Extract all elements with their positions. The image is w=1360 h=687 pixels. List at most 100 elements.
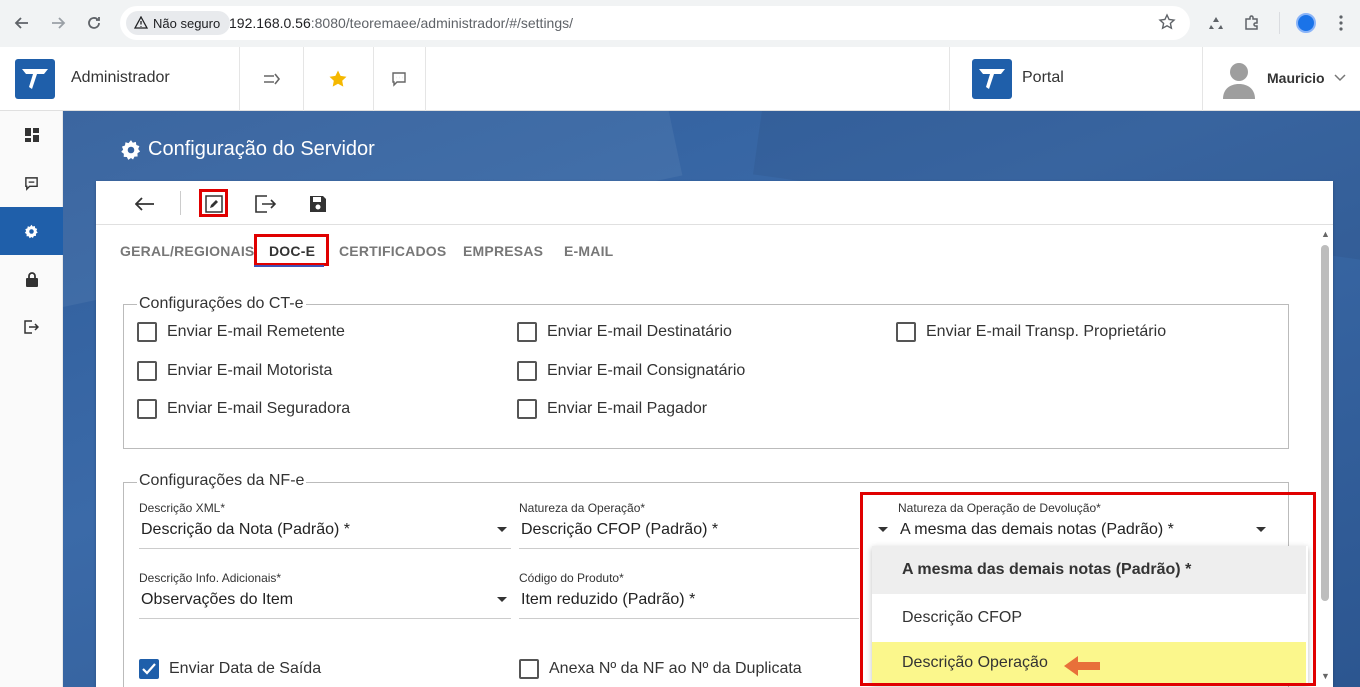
app-logo-icon[interactable] <box>15 59 55 99</box>
chevron-down-icon[interactable] <box>1334 71 1346 85</box>
checkbox-label: Enviar E-mail Destinatário <box>547 323 732 340</box>
checkbox-box[interactable] <box>517 361 537 381</box>
checkbox-box[interactable] <box>517 399 537 419</box>
scroll-down-arrow[interactable]: ▼ <box>1321 671 1330 681</box>
header-divider <box>373 47 374 111</box>
security-label: Não seguro <box>153 15 221 31</box>
select-descricao-xml[interactable]: Descrição XML* Descrição da Nota (Padrão… <box>139 501 511 549</box>
checkbox-email-destinatario[interactable]: Enviar E-mail Destinatário <box>517 322 732 342</box>
scrollbar-thumb[interactable] <box>1321 245 1329 601</box>
select-codigo-produto[interactable]: Código do Produto* Item reduzido (Padrão… <box>519 571 859 619</box>
reload-icon[interactable] <box>82 11 106 35</box>
sidebar-item-security[interactable] <box>0 255 63 303</box>
checkbox-label: Enviar E-mail Motorista <box>167 362 333 379</box>
lock-icon <box>25 271 38 287</box>
back-arrow-icon[interactable] <box>10 11 34 35</box>
checkbox-label: Enviar E-mail Seguradora <box>167 400 351 417</box>
checkbox-box[interactable] <box>519 659 539 679</box>
app-header: Administrador Portal Mauricio <box>0 47 1360 111</box>
checkbox-box[interactable] <box>137 361 157 381</box>
toolbar-divider <box>180 191 181 215</box>
tab-email[interactable]: E-MAIL <box>564 243 613 259</box>
security-chip[interactable]: Não seguro <box>126 11 231 35</box>
checkbox-email-remetente[interactable]: Enviar E-mail Remetente <box>137 322 345 342</box>
field-label: Código do Produto* <box>519 571 624 585</box>
checkbox-box[interactable] <box>137 399 157 419</box>
checkbox-enviar-data-saida[interactable]: Enviar Data de Saída <box>139 659 321 679</box>
checkbox-box[interactable] <box>896 322 916 342</box>
field-underline <box>519 618 859 619</box>
chat-icon <box>25 176 38 191</box>
warning-icon <box>134 16 148 29</box>
annotation-arrow-icon <box>1062 654 1102 683</box>
extension-recycle-icon[interactable] <box>1205 12 1227 34</box>
checkbox-label: Enviar E-mail Consignatário <box>547 362 746 379</box>
checkbox-box[interactable] <box>517 322 537 342</box>
checkbox-anexa-nf-duplicata[interactable]: Anexa Nº da NF ao Nº da Duplicata <box>519 659 802 679</box>
header-divider <box>949 47 950 111</box>
browser-profile-avatar[interactable] <box>1296 13 1316 33</box>
header-divider <box>1202 47 1203 111</box>
checkbox-label: Enviar E-mail Pagador <box>547 400 708 417</box>
dropdown-caret-icon[interactable] <box>497 527 507 532</box>
checkbox-box[interactable] <box>137 322 157 342</box>
field-underline <box>139 548 511 549</box>
checkbox-email-transp-proprietario[interactable]: Enviar E-mail Transp. Proprietário <box>896 322 1166 342</box>
browser-menu-icon[interactable] <box>1330 12 1352 34</box>
forward-arrow-icon[interactable] <box>46 11 70 35</box>
check-icon <box>142 663 156 675</box>
extensions-puzzle-icon[interactable] <box>1241 12 1263 34</box>
tab-geral-regionais[interactable]: GERAL/REGIONAIS <box>120 243 254 259</box>
sidebar-item-messages[interactable] <box>0 159 63 207</box>
back-button[interactable] <box>132 191 158 217</box>
header-divider <box>303 47 304 111</box>
checkbox-email-consignatario[interactable]: Enviar E-mail Consignatário <box>517 361 745 381</box>
page-title-wrap: Configuração do Servidor <box>120 138 375 161</box>
select-natureza-operacao[interactable]: Natureza da Operação* Descrição CFOP (Pa… <box>519 501 859 549</box>
url-host: 192.168.0.56 <box>229 15 311 31</box>
portal-link[interactable]: Portal <box>1022 69 1064 87</box>
chat-icon[interactable] <box>387 67 411 91</box>
scroll-up-arrow[interactable]: ▲ <box>1321 229 1330 239</box>
sidebar-item-dashboard[interactable] <box>0 111 63 159</box>
sidebar-item-settings[interactable] <box>0 207 63 255</box>
header-divider <box>425 47 426 111</box>
field-label: Descrição XML* <box>139 501 226 515</box>
url-path: :8080/teoremaee/administrador/#/settings… <box>310 15 574 31</box>
field-label: Natureza da Operação* <box>519 501 646 515</box>
checkbox-label: Enviar E-mail Transp. Proprietário <box>926 323 1167 340</box>
dropdown-caret-icon[interactable] <box>497 597 507 602</box>
checkbox-label: Anexa Nº da NF ao Nº da Duplicata <box>549 660 802 677</box>
checkbox-label: Enviar E-mail Remetente <box>167 323 345 340</box>
tab-certificados[interactable]: CERTIFICADOS <box>339 243 446 259</box>
gear-icon <box>121 139 141 160</box>
export-button[interactable] <box>253 191 279 217</box>
save-button[interactable] <box>305 191 331 217</box>
header-divider <box>239 47 240 111</box>
checkbox-email-motorista[interactable]: Enviar E-mail Motorista <box>137 361 332 381</box>
field-underline <box>139 618 511 619</box>
menu-toggle-icon[interactable] <box>260 67 284 91</box>
page-title: Configuração do Servidor <box>148 138 375 160</box>
user-avatar[interactable] <box>1222 59 1256 99</box>
toolbar-divider <box>1279 12 1280 34</box>
field-value: Observações do Item <box>141 591 294 608</box>
checkbox-email-seguradora[interactable]: Enviar E-mail Seguradora <box>137 399 350 419</box>
user-name[interactable]: Mauricio <box>1267 70 1325 86</box>
annotation-box-tab <box>254 234 329 266</box>
portal-logo-icon[interactable] <box>972 59 1012 99</box>
sidebar <box>0 111 63 687</box>
sidebar-item-logout[interactable] <box>0 303 63 351</box>
bookmark-star-icon[interactable] <box>1158 13 1176 36</box>
favorites-star-icon[interactable] <box>326 67 350 91</box>
checkbox-box[interactable] <box>139 659 159 679</box>
tab-empresas[interactable]: EMPRESAS <box>463 243 543 259</box>
nfe-legend: Configurações da NF-e <box>137 472 307 490</box>
select-info-adicionais[interactable]: Descrição Info. Adicionais* Observações … <box>139 571 511 619</box>
address-bar[interactable]: Não seguro 192.168.0.56:8080/teoremaee/a… <box>120 6 1190 40</box>
export-icon <box>255 195 277 213</box>
back-arrow-icon <box>135 197 154 211</box>
field-value: Item reduzido (Padrão) * <box>521 591 696 608</box>
annotation-box-edit <box>199 189 228 217</box>
checkbox-email-pagador[interactable]: Enviar E-mail Pagador <box>517 399 707 419</box>
